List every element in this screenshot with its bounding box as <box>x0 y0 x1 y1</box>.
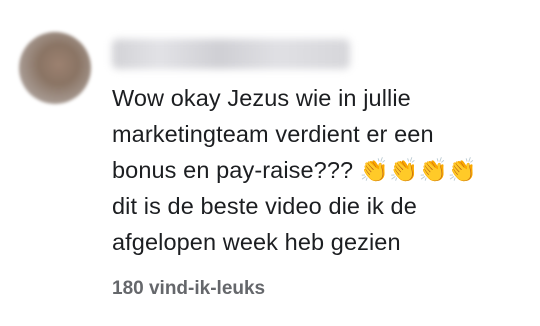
author-name-blurred[interactable] <box>112 39 350 69</box>
avatar[interactable] <box>19 32 91 104</box>
comment-text-line: Wow okay Jezus wie in jullie <box>112 85 411 111</box>
comment-card: Wow okay Jezus wie in jullie marketingte… <box>0 0 540 326</box>
comment-text: Wow okay Jezus wie in jullie marketingte… <box>112 80 527 260</box>
comment-text-line: dit is de beste video die ik de <box>112 193 417 219</box>
comment-text-line: afgelopen week heb gezien <box>112 229 401 255</box>
likes-count[interactable]: 180 vind-ik-leuks <box>112 278 265 300</box>
comment-text-line: marketingteam verdient er een <box>112 121 434 147</box>
comment-text-line: bonus en pay-raise??? 👏👏👏👏 <box>112 157 478 183</box>
